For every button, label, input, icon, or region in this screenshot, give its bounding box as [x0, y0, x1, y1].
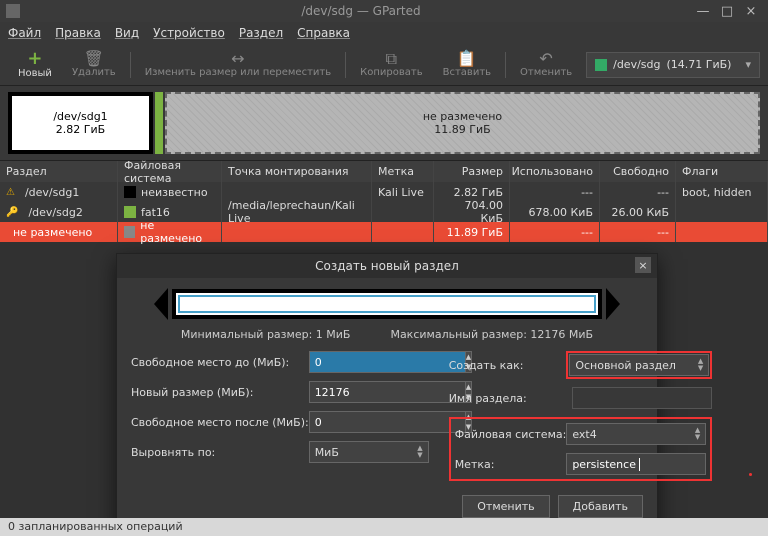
app-icon — [6, 4, 20, 18]
metka-input[interactable]: persistence — [566, 453, 706, 475]
table-row[interactable]: не размеченоне размечено11.89 ГиБ------ — [0, 222, 768, 242]
fs-color-icon — [124, 186, 136, 198]
menu-device[interactable]: Устройство — [153, 26, 225, 40]
menu-help[interactable]: Справка — [297, 26, 350, 40]
dialog-close-button[interactable]: × — [635, 257, 651, 273]
col-fs[interactable]: Файловая система — [118, 161, 222, 182]
dialog-titlebar: Создать новый раздел × — [117, 254, 657, 278]
window-title: /dev/sdg — GParted — [26, 4, 696, 18]
key-icon: 🔑 — [6, 207, 18, 218]
col-mount[interactable]: Точка монтирования — [222, 161, 372, 182]
metka-label: Метка: — [455, 458, 567, 471]
menubar: Файл Правка Вид Устройство Раздел Справк… — [0, 22, 768, 44]
col-label[interactable]: Метка — [372, 161, 434, 182]
col-size[interactable]: Размер — [434, 161, 510, 182]
menu-edit[interactable]: Правка — [55, 26, 101, 40]
resize-icon: ↔ — [231, 51, 244, 67]
align-label: Выровнять по: — [131, 446, 309, 459]
table-row[interactable]: 🔑 /dev/sdg2fat16/media/leprechaun/Kali L… — [0, 202, 768, 222]
red-dot — [749, 473, 752, 476]
trash-icon: 🗑 — [84, 51, 104, 67]
minimize-button[interactable]: — — [696, 4, 710, 19]
chevron-down-icon: ▾ — [745, 58, 751, 71]
cancel-button[interactable]: Отменить — [462, 495, 549, 518]
create-as-combo[interactable]: Основной раздел▲▼ — [569, 354, 709, 376]
undo-button[interactable]: ↶ Отменить — [510, 44, 582, 85]
close-button[interactable]: × — [744, 4, 758, 19]
new-size-input[interactable] — [309, 381, 466, 403]
col-used[interactable]: Использовано — [510, 161, 600, 182]
undo-icon: ↶ — [539, 51, 552, 67]
col-partition[interactable]: Раздел — [0, 161, 118, 182]
table-row[interactable]: ⚠ /dev/sdg1неизвестноKali Live2.82 ГиБ--… — [0, 182, 768, 202]
delete-label: Удалить — [72, 67, 116, 78]
resize-button[interactable]: ↔ Изменить размер или переместить — [135, 44, 341, 85]
menu-view[interactable]: Вид — [115, 26, 139, 40]
partition-name-input[interactable] — [572, 387, 712, 409]
warning-icon: ⚠ — [6, 187, 15, 198]
device-size: (14.71 ГиБ) — [666, 58, 731, 71]
paste-icon: 📋 — [457, 51, 477, 67]
toolbar: + Новый 🗑 Удалить ↔ Изменить размер или … — [0, 44, 768, 86]
slider-left-arrow-icon — [154, 288, 168, 320]
col-flags[interactable]: Флаги — [676, 161, 768, 182]
paste-label: Вставить — [443, 67, 491, 78]
partition-box-sdg2[interactable] — [155, 92, 163, 154]
free-before-input[interactable] — [309, 351, 466, 373]
disk-icon — [595, 59, 607, 71]
new-button[interactable]: + Новый — [8, 44, 62, 85]
partition-box-unallocated[interactable]: не размечено 11.89 ГиБ — [165, 92, 760, 154]
dialog-title: Создать новый раздел — [315, 259, 459, 273]
min-size-label: Минимальный размер: 1 МиБ — [181, 328, 351, 341]
paste-button[interactable]: 📋 Вставить — [433, 44, 501, 85]
fs-label: Файловая система: — [455, 428, 567, 441]
titlebar: /dev/sdg — GParted — □ × — [0, 0, 768, 22]
free-after-label: Свободное место после (МиБ): — [131, 416, 309, 429]
copy-label: Копировать — [360, 67, 422, 78]
new-label: Новый — [18, 68, 52, 79]
plus-icon: + — [27, 50, 42, 68]
free-before-label: Свободное место до (МиБ): — [131, 356, 309, 369]
table-header: Раздел Файловая система Точка монтирован… — [0, 160, 768, 182]
free-after-input[interactable] — [309, 411, 466, 433]
add-button[interactable]: Добавить — [558, 495, 643, 518]
copy-icon: ⧉ — [386, 51, 397, 67]
slider-track[interactable] — [172, 289, 602, 319]
fs-color-icon — [124, 226, 135, 238]
menu-file[interactable]: Файл — [8, 26, 41, 40]
new-size-label: Новый размер (МиБ): — [131, 386, 309, 399]
menu-partition[interactable]: Раздел — [239, 26, 283, 40]
partition-box-sdg1[interactable]: /dev/sdg1 2.82 ГиБ — [8, 92, 153, 154]
delete-button[interactable]: 🗑 Удалить — [62, 44, 126, 85]
device-name: /dev/sdg — [613, 58, 660, 71]
copy-button[interactable]: ⧉ Копировать — [350, 44, 432, 85]
create-partition-dialog: Создать новый раздел × Минимальный разме… — [116, 253, 658, 531]
device-selector[interactable]: /dev/sdg (14.71 ГиБ) ▾ — [586, 52, 760, 78]
disk-visualization: /dev/sdg1 2.82 ГиБ не размечено 11.89 Ги… — [0, 86, 768, 160]
col-free[interactable]: Свободно — [600, 161, 676, 182]
fs-combo[interactable]: ext4▲▼ — [566, 423, 706, 445]
statusbar: 0 запланированных операций — [0, 518, 768, 536]
size-slider[interactable] — [131, 288, 643, 320]
partition-name-label: Имя раздела: — [449, 392, 573, 405]
align-combo[interactable]: МиБ▲▼ — [309, 441, 429, 463]
max-size-label: Максимальный размер: 12176 МиБ — [390, 328, 593, 341]
slider-right-arrow-icon — [606, 288, 620, 320]
fs-color-icon — [124, 206, 136, 218]
resize-label: Изменить размер или переместить — [145, 67, 331, 78]
undo-label: Отменить — [520, 67, 572, 78]
create-as-label: Создать как: — [449, 359, 567, 372]
maximize-button[interactable]: □ — [720, 4, 734, 19]
